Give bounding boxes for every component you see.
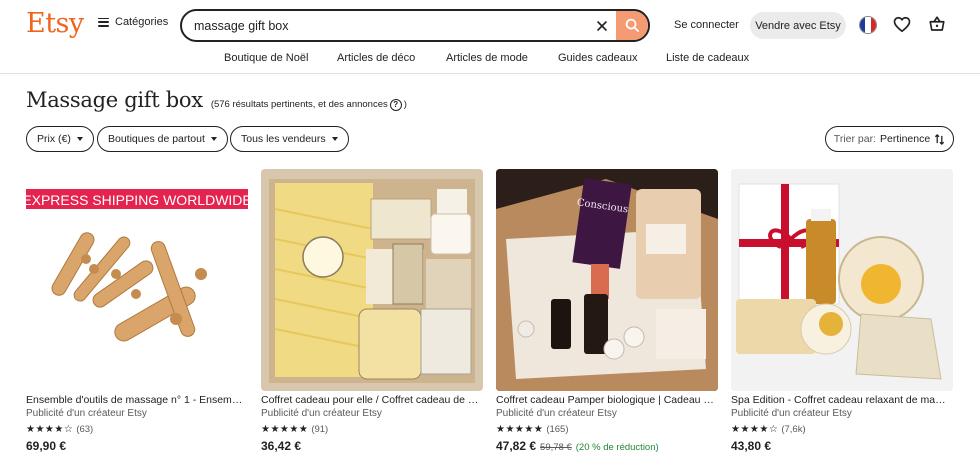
product-image[interactable] [731, 169, 953, 391]
location-filter-label: Boutiques de partout [108, 133, 205, 145]
nav-item-gift-list[interactable]: Liste de cadeaux [666, 52, 749, 64]
etsy-logo[interactable]: Etsy [26, 8, 84, 39]
clear-search-button[interactable] [588, 11, 616, 40]
discount-badge: (20 % de réduction) [575, 442, 659, 453]
nav-item-gift-guides[interactable]: Guides cadeaux [558, 52, 638, 64]
search-button[interactable] [616, 11, 648, 40]
product-image[interactable] [261, 169, 483, 391]
search-icon [625, 18, 639, 32]
pamper-box-illustration: Conscious [496, 169, 718, 391]
search-bar [180, 9, 650, 42]
product-title[interactable]: Ensemble d'outils de massage n° 1 - Ense… [26, 393, 244, 407]
product-image[interactable]: EXPRESS SHIPPING WORLDWIDE [26, 169, 248, 391]
caret-down-icon [210, 137, 217, 141]
product-price: 43,80 € [731, 437, 953, 455]
product-rating: ★★★★☆ (7,6k) [731, 421, 953, 437]
review-count: (165) [546, 423, 569, 435]
signin-link[interactable]: Se connecter [674, 19, 739, 31]
nav-item-home-decor[interactable]: Articles de déco [337, 52, 415, 64]
product-card[interactable]: Spa Edition - Coffret cadeau relaxant de… [731, 169, 953, 455]
massage-tools-illustration: EXPRESS SHIPPING WORLDWIDE [26, 189, 248, 342]
spa-box-illustration [731, 169, 953, 391]
result-count: (576 résultats pertinents, et des annonc… [210, 98, 407, 111]
product-title[interactable]: Coffret cadeau Pamper biologique | Cadea… [496, 393, 714, 407]
caret-down-icon [331, 137, 338, 141]
site-header: Etsy Catégories Se connecter Vendre avec… [0, 0, 980, 52]
shopping-basket-icon[interactable] [928, 15, 946, 33]
ad-label: Publicité d'un créateur Etsy [26, 408, 147, 419]
review-count: (63) [76, 423, 94, 435]
price-filter-label: Prix (€) [37, 133, 71, 145]
category-nav: Boutique de Noël Articles de déco Articl… [0, 50, 980, 74]
sort-dropdown[interactable]: Trier par: Pertinence [825, 126, 954, 152]
location-filter[interactable]: Boutiques de partout [97, 126, 228, 152]
product-title[interactable]: Spa Edition - Coffret cadeau relaxant de… [731, 393, 949, 407]
sort-value: Pertinence [880, 133, 931, 145]
star-rating-icon: ★★★★☆ [731, 423, 779, 435]
product-rating: ★★★★★ (91) [261, 421, 483, 437]
star-rating-icon: ★★★★☆ [26, 423, 74, 435]
product-rating: ★★★★★ (165) [496, 421, 718, 437]
product-title[interactable]: Coffret cadeau pour elle / Coffret cadea… [261, 393, 479, 407]
product-price: 36,42 € [261, 437, 483, 455]
review-count: (7,6k) [781, 423, 806, 435]
sellers-filter[interactable]: Tous les vendeurs [230, 126, 349, 152]
france-flag-icon[interactable] [859, 16, 877, 34]
search-input[interactable] [182, 11, 588, 40]
price-value: 36,42 € [261, 439, 302, 453]
product-banner: EXPRESS SHIPPING WORLDWIDE [26, 192, 248, 208]
review-count: (91) [311, 423, 329, 435]
page-title: Massage gift box [26, 88, 203, 112]
ad-label: Publicité d'un créateur Etsy [731, 408, 852, 419]
help-icon[interactable]: ? [389, 98, 402, 111]
results-header: Massage gift box (576 résultats pertinen… [26, 88, 407, 112]
product-price: 47,82 € 59,78 € (20 % de réduction) [496, 437, 718, 455]
star-rating-icon: ★★★★★ [496, 423, 544, 435]
result-count-text: (576 résultats pertinents, et des annonc… [210, 99, 388, 110]
price-filter[interactable]: Prix (€) [26, 126, 94, 152]
product-card[interactable]: EXPRESS SHIPPING WORLDWIDE Ensemble d'ou… [26, 169, 248, 455]
price-value: 47,82 € [496, 439, 537, 453]
sort-arrows-icon [935, 133, 945, 145]
product-card[interactable]: Conscious Coffret cadeau Pamper biologiq… [496, 169, 718, 455]
sort-label: Trier par: [833, 133, 876, 145]
nav-item-christmas-shop[interactable]: Boutique de Noël [224, 52, 308, 64]
product-rating: ★★★★☆ (63) [26, 421, 248, 437]
sell-on-etsy-button[interactable]: Vendre avec Etsy [750, 12, 846, 39]
product-price: 69,90 € [26, 437, 248, 455]
price-value: 43,80 € [731, 439, 772, 453]
ad-label: Publicité d'un créateur Etsy [261, 408, 382, 419]
product-image[interactable]: Conscious [496, 169, 718, 391]
categories-label: Catégories [115, 16, 169, 28]
ad-label: Publicité d'un créateur Etsy [496, 408, 617, 419]
price-value: 69,90 € [26, 439, 67, 453]
heart-icon[interactable] [893, 16, 911, 33]
categories-button[interactable]: Catégories [98, 16, 168, 28]
sellers-filter-label: Tous les vendeurs [241, 133, 326, 145]
gift-box-illustration [261, 169, 483, 391]
caret-down-icon [76, 137, 83, 141]
original-price: 59,78 € [540, 442, 572, 453]
product-card[interactable]: Coffret cadeau pour elle / Coffret cadea… [261, 169, 483, 455]
menu-icon [98, 17, 109, 27]
star-rating-icon: ★★★★★ [261, 423, 309, 435]
close-icon [597, 20, 607, 31]
nav-item-fashion[interactable]: Articles de mode [446, 52, 528, 64]
